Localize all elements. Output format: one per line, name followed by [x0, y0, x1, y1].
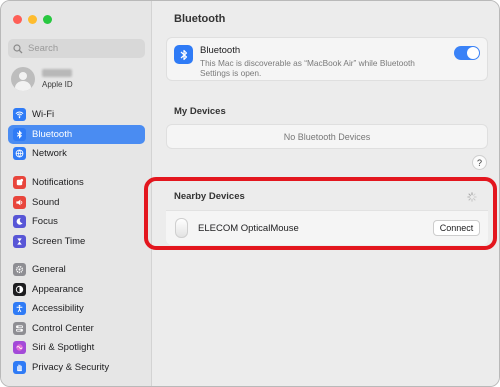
- window-controls: [13, 15, 52, 24]
- empty-devices-text: No Bluetooth Devices: [283, 131, 371, 142]
- hourglass-icon: [13, 234, 26, 248]
- appearance-icon: [13, 282, 26, 296]
- bell-icon: [13, 176, 26, 190]
- sidebar-item-label: Sound: [32, 196, 60, 208]
- siri-icon: [13, 341, 26, 355]
- search-icon: [13, 43, 23, 53]
- sidebar-item-focus[interactable]: Focus: [8, 212, 145, 232]
- bluetooth-toggle[interactable]: [454, 46, 480, 60]
- my-devices-title: My Devices: [174, 106, 226, 117]
- sidebar-item-label: Notifications: [32, 177, 84, 189]
- sidebar-item-label: Appearance: [32, 283, 84, 295]
- wifi-icon: [13, 108, 26, 122]
- sidebar-item-bluetooth[interactable]: Bluetooth: [8, 124, 145, 144]
- search-field[interactable]: Search: [8, 39, 145, 58]
- sidebar: Search Apple ID Wi-Fi Bluetooth Network No…: [1, 1, 152, 386]
- sidebar-item-label: Screen Time: [32, 235, 86, 247]
- red-highlight-annotation: [144, 177, 497, 250]
- sidebar-item-label: Bluetooth: [32, 128, 73, 140]
- sidebar-group-notifications: Notifications Sound Focus Screen Time: [8, 173, 145, 251]
- my-devices-list: No Bluetooth Devices: [166, 124, 488, 149]
- sidebar-item-network[interactable]: Network: [8, 144, 145, 164]
- sidebar-item-accessibility[interactable]: Accessibility: [8, 299, 145, 319]
- sidebar-item-label: Wi-Fi: [32, 109, 55, 121]
- sidebar-item-label: Control Center: [32, 322, 94, 334]
- account-name-redacted: [42, 69, 72, 77]
- zoom-button[interactable]: [43, 15, 52, 24]
- sidebar-item-label: General: [32, 264, 66, 276]
- search-placeholder: Search: [28, 43, 59, 54]
- apple-id-account[interactable]: Apple ID: [11, 67, 73, 91]
- settings-window: Search Apple ID Wi-Fi Bluetooth Network No…: [0, 0, 500, 387]
- bluetooth-label: Bluetooth: [200, 45, 241, 56]
- bluetooth-icon: [174, 45, 193, 64]
- minimize-button[interactable]: [28, 15, 37, 24]
- sidebar-item-wi-fi[interactable]: Wi-Fi: [8, 105, 145, 125]
- bluetooth-card: Bluetooth This Mac is discoverable as “M…: [166, 37, 488, 81]
- help-button[interactable]: ?: [472, 155, 487, 170]
- sidebar-item-label: Focus: [32, 216, 58, 228]
- sidebar-item-appearance[interactable]: Appearance: [8, 280, 145, 300]
- hand-icon: [13, 360, 26, 374]
- account-subtitle: Apple ID: [42, 80, 73, 89]
- speaker-icon: [13, 195, 26, 209]
- sidebar-item-control-center[interactable]: Control Center: [8, 319, 145, 339]
- globe-icon: [13, 147, 26, 161]
- sidebar-item-general[interactable]: General: [8, 260, 145, 280]
- avatar: [11, 67, 35, 91]
- control-center-icon: [13, 321, 26, 335]
- sidebar-group-connectivity: Wi-Fi Bluetooth Network: [8, 105, 145, 164]
- sidebar-group-system: General Appearance Accessibility Control Ce…: [8, 260, 145, 377]
- sidebar-item-notifications[interactable]: Notifications: [8, 173, 145, 193]
- sidebar-item-label: Privacy & Security: [32, 361, 110, 373]
- sidebar-item-label: Network: [32, 148, 67, 160]
- sidebar-item-privacy-security[interactable]: Privacy & Security: [8, 358, 145, 378]
- accessibility-icon: [13, 302, 26, 316]
- sidebar-item-screen-time[interactable]: Screen Time: [8, 232, 145, 252]
- sidebar-item-sound[interactable]: Sound: [8, 193, 145, 213]
- moon-icon: [13, 215, 26, 229]
- sidebar-item-label: Accessibility: [32, 303, 84, 315]
- bluetooth-icon: [13, 127, 26, 141]
- page-title: Bluetooth: [174, 13, 226, 25]
- close-button[interactable]: [13, 15, 22, 24]
- bluetooth-description: This Mac is discoverable as “MacBook Air…: [200, 58, 415, 78]
- sidebar-item-siri-spotlight[interactable]: Siri & Spotlight: [8, 338, 145, 358]
- sidebar-item-label: Siri & Spotlight: [32, 342, 95, 354]
- gear-icon: [13, 263, 26, 277]
